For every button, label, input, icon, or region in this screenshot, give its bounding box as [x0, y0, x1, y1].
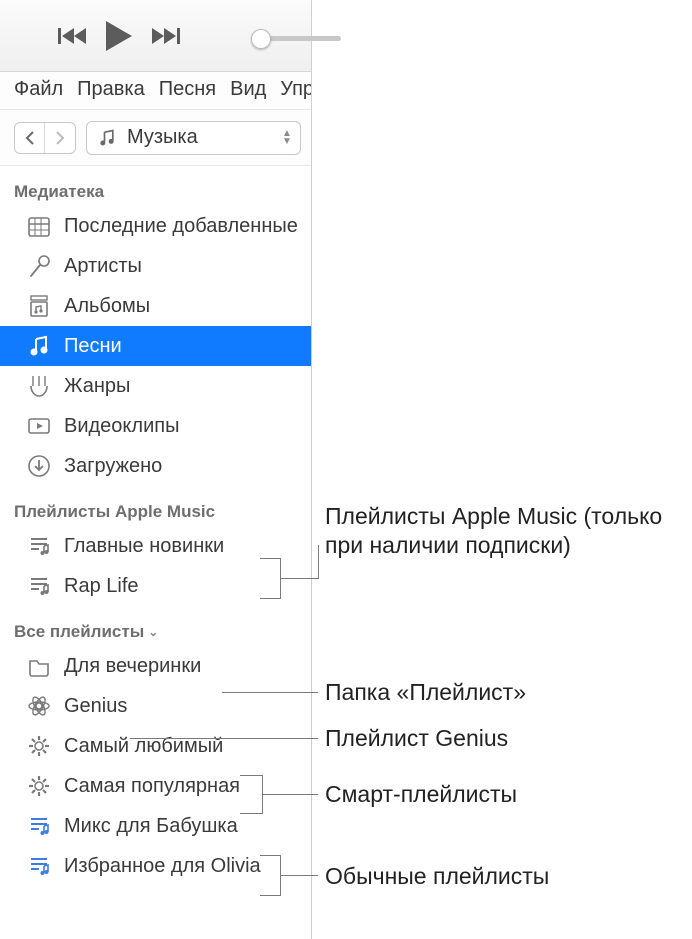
playlist-label: Избранное для Olivia [64, 855, 261, 878]
menu-song[interactable]: Песня [159, 78, 216, 101]
section-header-library: Медиатека [0, 166, 311, 206]
menu-view[interactable]: Вид [230, 78, 266, 101]
connector-line [260, 895, 280, 896]
sidebar-item-label: Жанры [64, 375, 130, 398]
play-button[interactable] [104, 19, 134, 53]
sidebar-item-label: Загружено [64, 455, 162, 478]
connector-line [130, 738, 318, 739]
playlist-smart[interactable]: Самая популярная [0, 766, 311, 806]
playlist-regular[interactable]: Микс для Бабушка [0, 806, 311, 846]
library-selector[interactable]: Музыка ▲▼ [86, 121, 301, 155]
nav-forward-button[interactable] [45, 123, 75, 153]
connector-line [318, 545, 319, 579]
microphone-icon [26, 253, 52, 279]
calendar-icon [26, 213, 52, 239]
chooser-row: Музыка ▲▼ [0, 110, 311, 166]
stepper-icon: ▲▼ [278, 122, 296, 154]
playlist-icon [26, 813, 52, 839]
library-selector-label: Музыка [127, 126, 198, 149]
menu-file[interactable]: Файл [14, 78, 63, 101]
menu-edit[interactable]: Правка [77, 78, 145, 101]
sidebar-item-label: Песни [64, 335, 122, 358]
sidebar-item-label: Видеоклипы [64, 415, 179, 438]
volume-slider[interactable] [251, 36, 341, 41]
playlist-label: Rap Life [64, 575, 139, 598]
section-header-apple-music: Плейлисты Apple Music [0, 486, 311, 526]
genius-icon [26, 693, 52, 719]
playlist-regular[interactable]: Избранное для Olivia [0, 846, 311, 886]
connector-line [260, 598, 280, 599]
connector-line [260, 558, 280, 559]
playlist-icon [26, 573, 52, 599]
playlist-label: Genius [64, 695, 127, 718]
playlist-label: Для вечеринки [64, 655, 201, 678]
download-icon [26, 453, 52, 479]
video-icon [26, 413, 52, 439]
connector-line [222, 692, 318, 693]
annotation-regular: Обычные плейлисты [325, 862, 549, 891]
next-track-button[interactable] [152, 26, 180, 46]
player-bar [0, 0, 311, 72]
playlist-label: Самая популярная [64, 775, 240, 798]
connector-line [240, 775, 262, 776]
sidebar-item-label: Артисты [64, 255, 142, 278]
playlist-icon [26, 533, 52, 559]
connector-line [280, 578, 318, 579]
nav-back-forward [14, 122, 76, 154]
chevron-down-icon: ⌄ [148, 625, 158, 639]
gear-icon [26, 773, 52, 799]
annotation-smart: Смарт-плейлисты [325, 780, 517, 809]
playlist-label: Главные новинки [64, 535, 224, 558]
prev-track-button[interactable] [58, 26, 86, 46]
menu-bar: Файл Правка Песня Вид Упр [0, 72, 311, 110]
nav-back-button[interactable] [15, 123, 45, 153]
playlist-folder[interactable]: Для вечеринки [0, 646, 311, 686]
connector-line [262, 794, 318, 795]
sidebar-item-label: Последние добавленные [64, 215, 298, 238]
sidebar-item-music-videos[interactable]: Видеоклипы [0, 406, 311, 446]
section-header-label: Все плейлисты [14, 622, 144, 642]
connector-line [260, 855, 280, 856]
connector-line [280, 875, 318, 876]
guitar-icon [26, 373, 52, 399]
playlist-apple-music[interactable]: Главные новинки [0, 526, 311, 566]
sidebar-item-songs[interactable]: Песни [0, 326, 311, 366]
playlist-icon [26, 853, 52, 879]
music-note-icon [97, 128, 117, 148]
menu-controls[interactable]: Упр [280, 78, 311, 101]
sidebar-item-artists[interactable]: Артисты [0, 246, 311, 286]
playlist-label: Микс для Бабушка [64, 815, 238, 838]
annotation-genius: Плейлист Genius [325, 724, 508, 753]
sidebar-panel: Файл Правка Песня Вид Упр Музыка ▲▼ Меди… [0, 0, 312, 939]
playlist-smart[interactable]: Самый любимый [0, 726, 311, 766]
sidebar-item-downloaded[interactable]: Загружено [0, 446, 311, 486]
playlist-apple-music[interactable]: Rap Life [0, 566, 311, 606]
sidebar-item-label: Альбомы [64, 295, 150, 318]
sidebar-item-genres[interactable]: Жанры [0, 366, 311, 406]
sidebar-item-recently-added[interactable]: Последние добавленные [0, 206, 311, 246]
gear-icon [26, 733, 52, 759]
album-icon [26, 293, 52, 319]
annotation-folder: Папка «Плейлист» [325, 678, 526, 707]
folder-icon [26, 653, 52, 679]
connector-line [240, 813, 262, 814]
note-icon [26, 333, 52, 359]
annotation-apple-music: Плейлисты Apple Music (только при наличи… [325, 502, 685, 560]
section-header-all-playlists[interactable]: Все плейлисты ⌄ [0, 606, 311, 646]
sidebar-item-albums[interactable]: Альбомы [0, 286, 311, 326]
